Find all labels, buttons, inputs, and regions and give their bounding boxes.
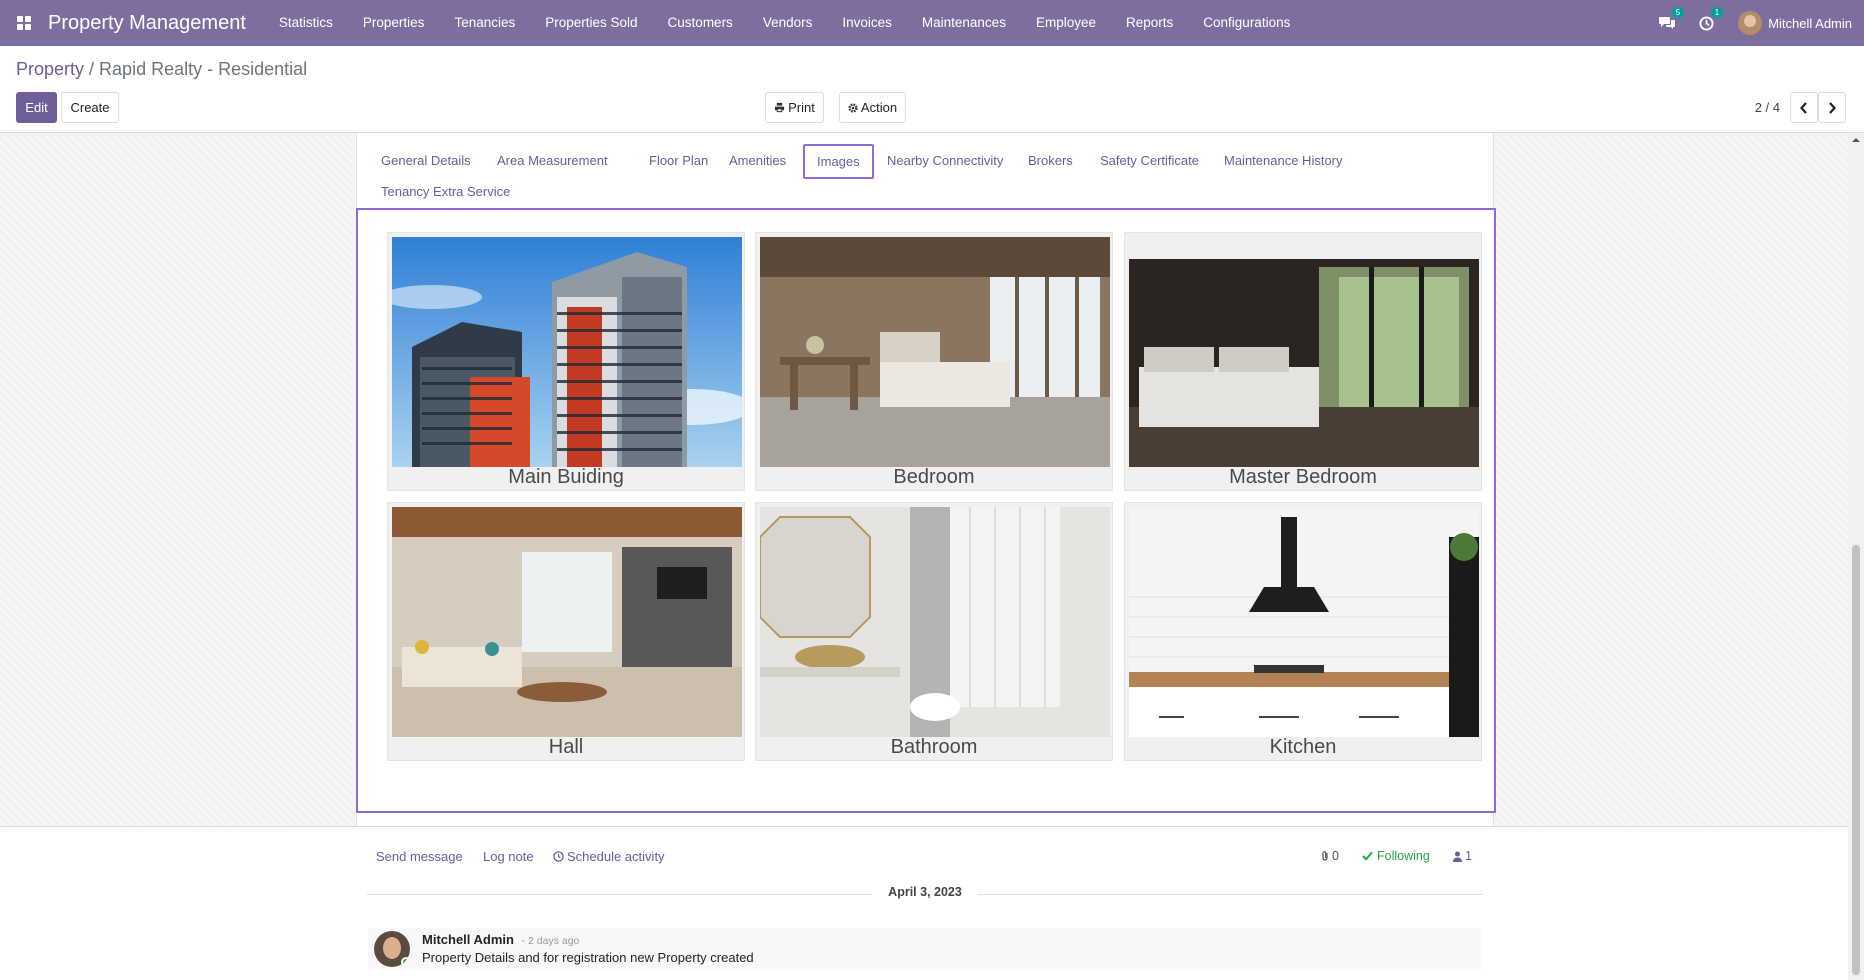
tab-amenities[interactable]: Amenities xyxy=(717,144,798,178)
activities-badge: 1 xyxy=(1710,6,1724,18)
chatter: Send message Log note Schedule activity … xyxy=(0,826,1848,980)
print-icon xyxy=(775,102,785,113)
check-icon xyxy=(1362,851,1373,861)
tab-brokers[interactable]: Brokers xyxy=(1016,144,1085,178)
bedroom-image xyxy=(760,237,1110,467)
edit-button[interactable]: Edit xyxy=(16,92,57,123)
image-card[interactable]: Main Buiding xyxy=(387,232,745,491)
page-scrollbar[interactable] xyxy=(1848,133,1864,980)
message-time: - 2 days ago xyxy=(521,935,580,947)
image-caption: Hall xyxy=(548,736,584,758)
message-body: Property Details and for registration ne… xyxy=(422,950,754,965)
pager-value[interactable]: 2 / 4 xyxy=(1755,98,1780,118)
tab-nearby-connectivity[interactable]: Nearby Connectivity xyxy=(875,144,1015,178)
image-card[interactable]: Master Bedroom xyxy=(1124,232,1482,491)
clock-icon xyxy=(553,851,564,862)
message-item: Mitchell Admin - 2 days ago Property Det… xyxy=(368,928,1482,970)
form-sheet: General Details Area Measurement Floor P… xyxy=(356,133,1496,826)
paperclip-icon xyxy=(1322,851,1328,861)
chat-icon xyxy=(1659,17,1676,29)
image-card[interactable]: Kitchen xyxy=(1124,502,1482,761)
menu-configurations[interactable]: Configurations xyxy=(1188,0,1305,46)
pager-previous-button[interactable] xyxy=(1790,92,1818,123)
image-card[interactable]: Bathroom xyxy=(755,502,1113,761)
breadcrumb: Property / Rapid Realty - Residential xyxy=(16,59,307,80)
schedule-activity-button[interactable]: Schedule activity xyxy=(553,849,665,864)
hall-image xyxy=(392,507,742,737)
breadcrumb-root[interactable]: Property xyxy=(16,59,84,79)
followers-button[interactable]: 1 xyxy=(1453,849,1472,863)
separator-line xyxy=(978,894,1483,895)
menu-statistics[interactable]: Statistics xyxy=(264,0,348,46)
breadcrumb-current: Rapid Realty - Residential xyxy=(99,59,308,79)
images-tab-panel: Main Buiding Bedroom Master Bedroom Hall… xyxy=(356,208,1496,813)
date-separator: April 3, 2023 xyxy=(367,885,1483,905)
user-icon xyxy=(1453,851,1462,862)
menu-reports[interactable]: Reports xyxy=(1111,0,1188,46)
image-caption: Kitchen xyxy=(1269,736,1337,758)
tab-area-measurement[interactable]: Area Measurement xyxy=(485,144,620,178)
image-caption: Master Bedroom xyxy=(1229,466,1377,488)
tab-safety-certificate[interactable]: Safety Certificate xyxy=(1088,144,1211,178)
menu-employee[interactable]: Employee xyxy=(1021,0,1111,46)
attachments-count: 0 xyxy=(1332,849,1339,863)
control-panel: Property / Rapid Realty - Residential Ed… xyxy=(0,46,1864,133)
menu-tenancies[interactable]: Tenancies xyxy=(439,0,530,46)
pager-next-button[interactable] xyxy=(1818,92,1846,123)
image-card[interactable]: Bedroom xyxy=(755,232,1113,491)
user-name[interactable]: Mitchell Admin xyxy=(1768,16,1852,31)
menu-properties[interactable]: Properties xyxy=(348,0,440,46)
chevron-right-icon xyxy=(1829,101,1836,114)
image-caption: Main Buiding xyxy=(508,466,624,488)
bathroom-image xyxy=(760,507,1110,737)
main-menu: Statistics Properties Tenancies Properti… xyxy=(264,0,1305,46)
schedule-activity-label: Schedule activity xyxy=(567,849,665,864)
app-brand[interactable]: Property Management xyxy=(48,12,246,35)
tab-general-details[interactable]: General Details xyxy=(369,144,483,178)
tab-maintenance-history[interactable]: Maintenance History xyxy=(1212,144,1355,178)
menu-customers[interactable]: Customers xyxy=(653,0,748,46)
user-avatar[interactable] xyxy=(1738,11,1763,35)
clock-icon xyxy=(1699,15,1714,31)
messages-badge: 5 xyxy=(1671,7,1685,18)
send-message-button[interactable]: Send message xyxy=(376,849,463,864)
message-header: Mitchell Admin - 2 days ago xyxy=(422,932,579,947)
messages-systray[interactable]: 5 xyxy=(1659,7,1685,30)
apps-menu-icon[interactable] xyxy=(0,0,48,46)
action-label: Action xyxy=(860,100,898,115)
print-button[interactable]: Print xyxy=(765,92,824,123)
log-note-button[interactable]: Log note xyxy=(483,849,534,864)
master-bedroom-image xyxy=(1129,237,1479,467)
create-button[interactable]: Create xyxy=(61,92,119,123)
image-caption: Bathroom xyxy=(890,736,978,758)
activities-systray[interactable]: 1 xyxy=(1699,6,1724,31)
following-button[interactable]: Following xyxy=(1362,849,1430,863)
tab-floor-plan[interactable]: Floor Plan xyxy=(637,144,720,178)
gear-icon xyxy=(848,102,858,113)
tab-images[interactable]: Images xyxy=(803,144,874,179)
date-label: April 3, 2023 xyxy=(888,885,962,899)
menu-maintenances[interactable]: Maintenances xyxy=(907,0,1021,46)
following-label: Following xyxy=(1377,849,1430,863)
chevron-left-icon xyxy=(1800,101,1807,114)
action-button[interactable]: Action xyxy=(839,92,906,123)
kitchen-image xyxy=(1129,507,1479,737)
scroll-up-icon[interactable] xyxy=(1848,133,1864,147)
navbar-systray: 5 1 Mitchell Admin xyxy=(1659,6,1852,35)
author-avatar[interactable] xyxy=(374,931,410,967)
breadcrumb-separator: / xyxy=(84,59,100,79)
message-author[interactable]: Mitchell Admin xyxy=(422,932,514,947)
main-building-image xyxy=(392,237,742,467)
menu-properties-sold[interactable]: Properties Sold xyxy=(530,0,652,46)
menu-vendors[interactable]: Vendors xyxy=(748,0,828,46)
tab-tenancy-extra-service[interactable]: Tenancy Extra Service xyxy=(369,175,522,209)
top-navbar: Property Management Statistics Propertie… xyxy=(0,0,1864,46)
print-label: Print xyxy=(788,100,815,115)
image-caption: Bedroom xyxy=(893,466,975,488)
scrollbar-thumb[interactable] xyxy=(1852,545,1860,975)
attachments-button[interactable]: 0 xyxy=(1320,849,1339,863)
image-card[interactable]: Hall xyxy=(387,502,745,761)
followers-count: 1 xyxy=(1465,849,1472,863)
menu-invoices[interactable]: Invoices xyxy=(827,0,907,46)
